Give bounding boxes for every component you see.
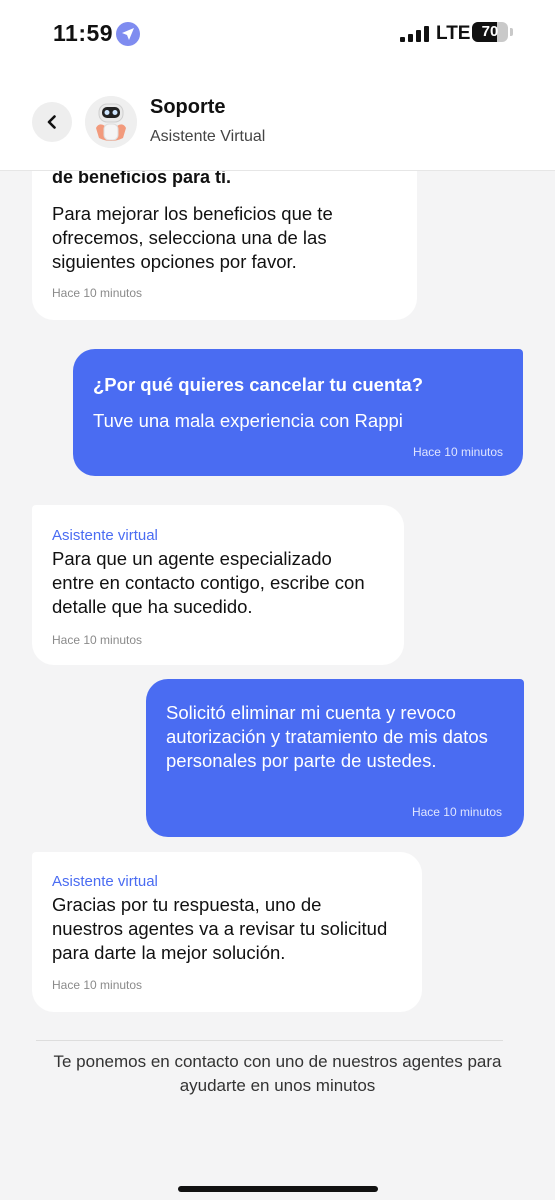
location-arrow-icon [116,22,140,46]
chat-subtitle: Asistente Virtual [150,128,266,145]
message-timestamp: Hace 10 minutos [412,445,503,459]
footer-divider [36,1040,503,1041]
message-question: ¿Por qué quieres cancelar tu cuenta? [93,374,424,395]
message-text: Solicitó eliminar mi cuenta y revoco aut… [166,702,488,771]
message-text: Gracias por tu respuesta, uno de nuestro… [52,894,388,963]
bot-sender-label: Asistente virtual [52,527,158,544]
cellular-signal-icon [400,26,430,42]
bot-message: Asistente virtual Para que un agente esp… [32,505,404,665]
message-timestamp: Hace 10 minutos [411,805,502,819]
status-bar: 11:59 LTE 70 [0,0,555,70]
message-text: Tuve una mala experiencia con Rappi [93,410,403,431]
message-text-cut: de beneficios para ti. [52,170,232,187]
status-time: 11:59 [53,20,114,46]
chevron-left-icon [47,115,56,129]
assistant-avatar [85,96,137,148]
chat-header: Soporte Asistente Virtual [0,70,555,171]
message-text: Para mejorar los beneficios que te ofrec… [52,203,333,272]
home-indicator[interactable] [178,1186,378,1192]
battery-icon: 70 [472,22,508,42]
bot-message: de beneficios para ti. Para mejorar los … [32,170,417,320]
battery-cap [510,28,513,36]
bot-message: Asistente virtual Gracias por tu respues… [32,852,422,1012]
user-message: Solicitó eliminar mi cuenta y revoco aut… [146,679,524,837]
chat-title: Soporte [150,96,226,118]
agent-notice: Te ponemos en contacto con uno de nuestr… [53,1052,502,1095]
message-list[interactable]: de beneficios para ti. Para mejorar los … [0,170,555,1200]
user-message: ¿Por qué quieres cancelar tu cuenta? Tuv… [73,349,523,476]
message-timestamp: Hace 10 minutos [52,978,143,992]
message-text: Para que un agente especializado entre e… [52,548,365,617]
robot-icon [85,96,137,148]
back-button[interactable] [32,102,72,142]
bot-sender-label: Asistente virtual [52,873,158,890]
message-timestamp: Hace 10 minutos [52,633,143,647]
battery-level: 70 [481,23,499,40]
network-type: LTE [436,23,471,44]
message-timestamp: Hace 10 minutos [52,286,143,300]
